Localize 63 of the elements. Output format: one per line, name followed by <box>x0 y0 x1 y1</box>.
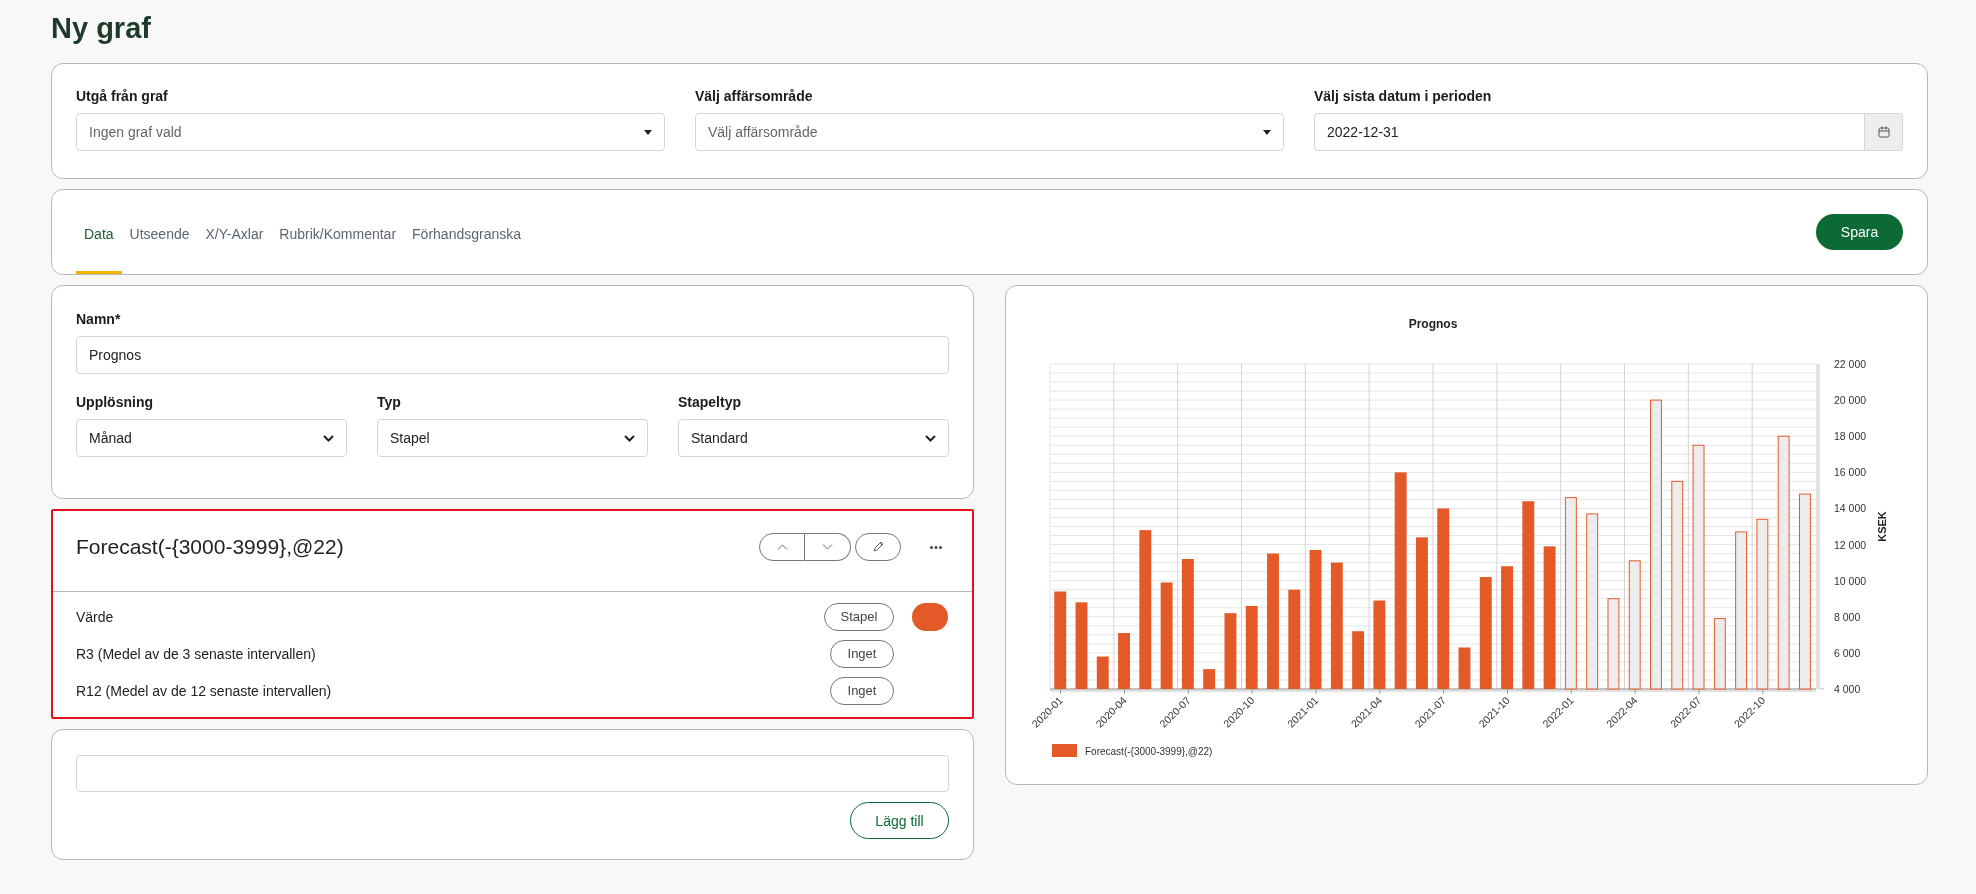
tab[interactable]: Data <box>76 192 122 274</box>
dropdown-field[interactable]: Stapel <box>377 419 648 457</box>
text-field[interactable] <box>76 755 949 792</box>
y-tick-label: 22 000 <box>1834 358 1867 370</box>
chevron-down-icon <box>624 434 635 442</box>
field-label: Namn* <box>76 311 122 327</box>
y-tick-label: 16 000 <box>1834 466 1867 479</box>
tab[interactable]: Utseende <box>121 192 198 274</box>
move-down-button[interactable] <box>805 533 851 561</box>
legend-swatch <box>1052 744 1077 757</box>
save-button[interactable]: Spara <box>1816 214 1903 250</box>
dropdown-field[interactable]: Månad <box>76 419 347 457</box>
y-axis-label: KSEK <box>1876 511 1888 542</box>
field-label: Typ <box>377 394 402 410</box>
legend-label: Forecast(-{3000-3999},@22) <box>1085 746 1213 757</box>
y-tick-label: 18 000 <box>1834 430 1867 443</box>
page-title: Ny graf <box>51 11 152 46</box>
chevron-down-icon <box>822 544 833 550</box>
y-tick-label: 12 000 <box>1834 538 1867 551</box>
chevron-down-icon <box>925 434 936 442</box>
tab[interactable]: X/Y-Axlar <box>197 192 272 274</box>
dropdown-field[interactable]: Standard <box>678 419 949 457</box>
dropdown-field[interactable]: Välj affärsområde <box>695 113 1284 151</box>
field-label: Välj affärsområde <box>695 88 814 104</box>
field-label: Välj sista datum i perioden <box>1314 88 1493 104</box>
row-label: Värde <box>76 608 115 625</box>
caret-icon <box>1263 129 1271 135</box>
y-tick-label: 6 000 <box>1834 646 1861 659</box>
chevron-up-icon <box>776 544 788 550</box>
bar <box>1203 669 1216 689</box>
y-tick-label: 20 000 <box>1834 394 1867 407</box>
tab[interactable]: Rubrik/Kommentar <box>271 192 405 274</box>
more-icon <box>930 545 942 549</box>
y-tick-label: 4 000 <box>1834 683 1861 695</box>
add-button[interactable]: Lägg till <box>850 802 949 839</box>
bar <box>1096 656 1109 689</box>
caret-icon <box>644 129 652 135</box>
row-label: R12 (Medel av de 12 senaste intervallen) <box>76 682 333 699</box>
field-label: Utgå från graf <box>76 88 169 104</box>
edit-button[interactable] <box>855 533 901 561</box>
calendar-icon <box>1877 126 1890 138</box>
dropdown-field[interactable]: Ingen graf vald <box>76 113 665 151</box>
type-button[interactable]: Inget <box>830 639 894 668</box>
tab[interactable]: Förhandsgranska <box>404 192 529 274</box>
field-label: Stapeltyp <box>678 394 742 410</box>
series-title: Forecast(-{3000-3999},@22) <box>76 535 344 559</box>
field-label: Upplösning <box>76 394 154 410</box>
pencil-icon <box>872 541 884 553</box>
y-tick-label: 8 000 <box>1834 610 1861 623</box>
bar <box>1352 631 1365 689</box>
type-button[interactable]: Stapel <box>824 602 894 631</box>
move-up-button[interactable] <box>759 533 805 561</box>
row-label: R3 (Medel av de 3 senaste intervallen) <box>76 645 317 662</box>
date-field[interactable]: 2022-12-31 <box>1314 113 1865 151</box>
bar <box>1458 647 1471 689</box>
y-tick-label: 14 000 <box>1834 502 1867 515</box>
y-tick-label: 10 000 <box>1834 574 1867 587</box>
bar <box>1118 633 1130 689</box>
chart-title: Prognos <box>1408 317 1458 331</box>
color-swatch[interactable] <box>912 602 948 631</box>
type-button[interactable]: Inget <box>830 676 894 705</box>
name-field[interactable]: Prognos <box>76 336 949 374</box>
chevron-down-icon <box>323 434 334 442</box>
